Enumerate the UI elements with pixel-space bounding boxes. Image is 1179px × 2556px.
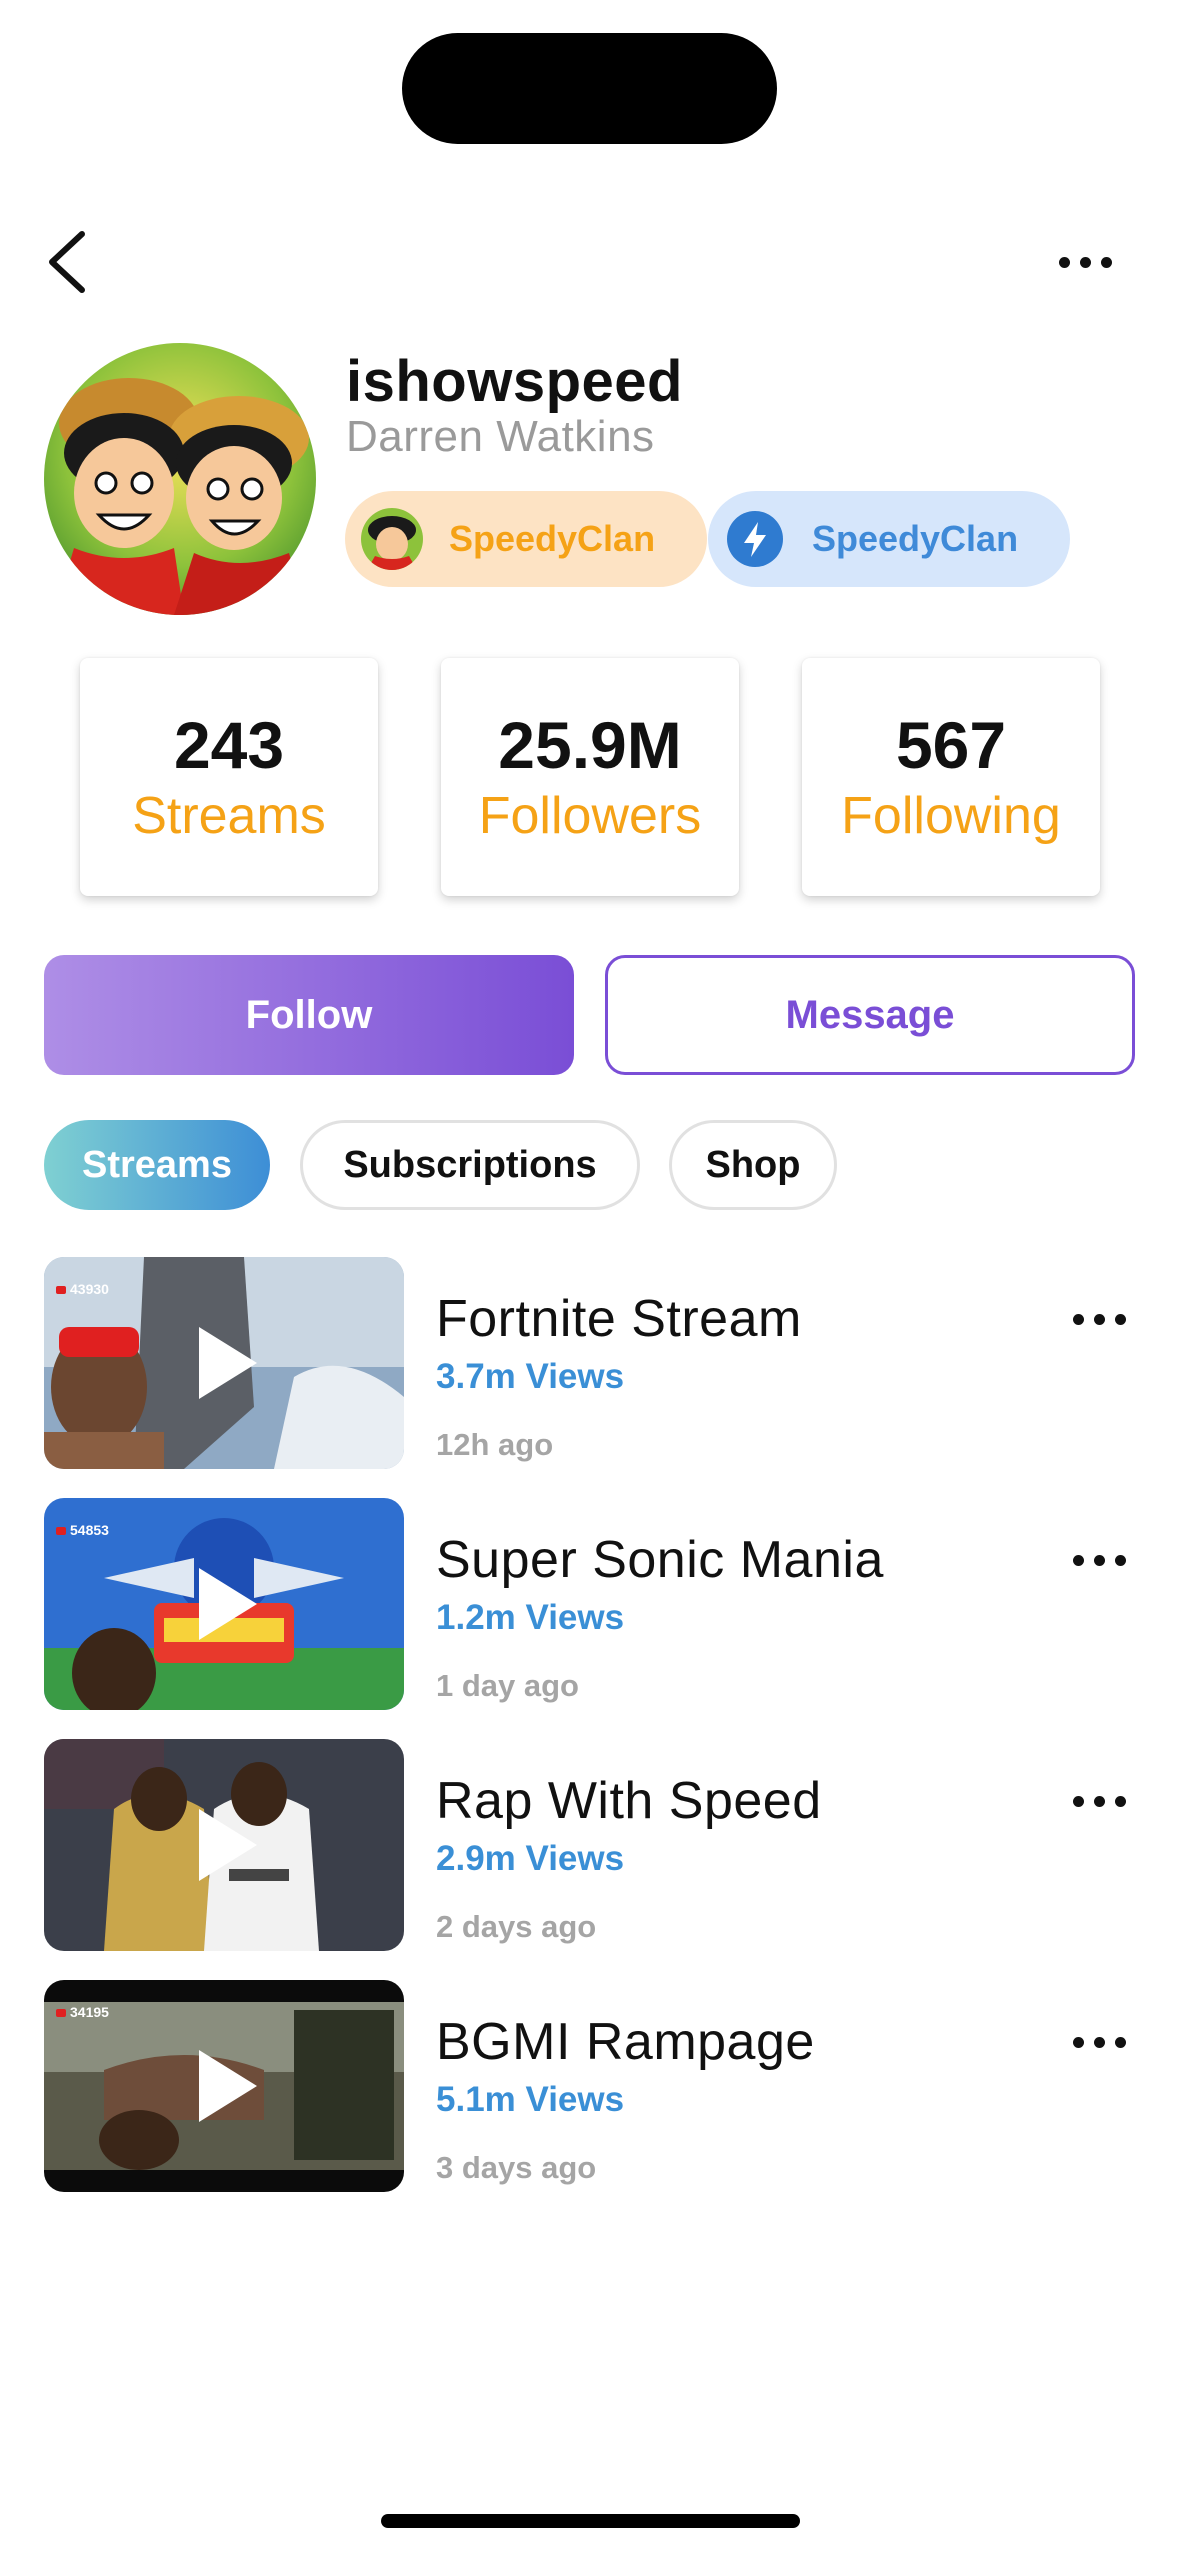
stream-views: 5.1m Views <box>436 2080 625 2119</box>
message-button[interactable]: Message <box>605 955 1135 1075</box>
list-item[interactable]: 54853 Super Sonic Mania 1.2m Views 1 day… <box>44 1498 1135 1710</box>
stat-label: Following <box>841 787 1061 845</box>
viewer-count: 43930 <box>56 1281 109 1297</box>
stream-time: 12h ago <box>436 1427 554 1462</box>
ellipsis-icon <box>1050 232 1120 292</box>
stream-views: 2.9m Views <box>436 1839 625 1878</box>
stat-label: Streams <box>132 787 326 845</box>
avatar[interactable] <box>44 343 316 615</box>
stream-time: 1 day ago <box>436 1668 579 1703</box>
stream-time: 2 days ago <box>436 1909 597 1944</box>
stat-value: 243 <box>173 708 285 782</box>
ellipsis-icon <box>1064 1299 1134 1339</box>
stream-thumbnail[interactable] <box>44 1739 404 1951</box>
stream-views: 3.7m Views <box>436 1357 625 1396</box>
play-icon <box>199 1809 257 1881</box>
stream-views: 1.2m Views <box>436 1598 625 1637</box>
stream-title[interactable]: Super Sonic Mania <box>436 1530 884 1590</box>
tab-shop[interactable]: Shop <box>669 1120 837 1210</box>
stream-time: 3 days ago <box>436 2150 597 2185</box>
viewer-count: 34195 <box>56 2004 109 2020</box>
clan-badge-blue[interactable]: SpeedyClan <box>708 491 1070 587</box>
play-icon <box>199 1568 257 1640</box>
viewer-count: 54853 <box>56 1522 109 1538</box>
ellipsis-icon <box>1064 1781 1134 1821</box>
play-icon <box>199 1327 257 1399</box>
username: ishowspeed <box>346 349 683 414</box>
stat-following[interactable]: 567 Following <box>802 658 1100 896</box>
chevron-left-icon <box>49 231 85 293</box>
lightning-icon <box>724 508 786 570</box>
list-item[interactable]: 34195 BGMI Rampage 5.1m Views 3 days ago <box>44 1980 1135 2192</box>
row-more-button[interactable] <box>1064 2022 1134 2062</box>
row-more-button[interactable] <box>1064 1299 1134 1339</box>
play-icon <box>199 2050 257 2122</box>
back-button[interactable] <box>40 222 100 302</box>
stream-title[interactable]: Rap With Speed <box>436 1771 822 1831</box>
list-item[interactable]: 43930 Fortnite Stream 3.7m Views 12h ago <box>44 1257 1135 1469</box>
clan-badge-label: SpeedyClan <box>812 518 1019 559</box>
dynamic-island <box>402 33 777 144</box>
stat-value: 25.9M <box>498 708 682 782</box>
stat-streams[interactable]: 243 Streams <box>80 658 378 896</box>
tab-subscriptions[interactable]: Subscriptions <box>300 1120 640 1210</box>
stat-label: Followers <box>478 787 702 845</box>
home-indicator[interactable] <box>381 2514 800 2528</box>
stream-thumbnail[interactable]: 34195 <box>44 1980 404 2192</box>
stream-title[interactable]: BGMI Rampage <box>436 2012 815 2072</box>
clan-badge-label: SpeedyClan <box>449 518 656 559</box>
stat-value: 567 <box>895 708 1007 782</box>
list-item[interactable]: Rap With Speed 2.9m Views 2 days ago <box>44 1739 1135 1951</box>
stat-followers[interactable]: 25.9M Followers <box>441 658 739 896</box>
ellipsis-icon <box>1064 1540 1134 1580</box>
stream-title[interactable]: Fortnite Stream <box>436 1289 802 1349</box>
tab-streams[interactable]: Streams <box>44 1120 270 1210</box>
clan-badge-orange[interactable]: SpeedyClan <box>345 491 707 587</box>
ellipsis-icon <box>1064 2022 1134 2062</box>
follow-button[interactable]: Follow <box>44 955 574 1075</box>
stream-thumbnail[interactable]: 43930 <box>44 1257 404 1469</box>
row-more-button[interactable] <box>1064 1781 1134 1821</box>
row-more-button[interactable] <box>1064 1540 1134 1580</box>
stream-thumbnail[interactable]: 54853 <box>44 1498 404 1710</box>
clan-avatar-icon <box>361 508 423 570</box>
real-name: Darren Watkins <box>346 412 655 461</box>
more-options-button[interactable] <box>1050 232 1120 292</box>
